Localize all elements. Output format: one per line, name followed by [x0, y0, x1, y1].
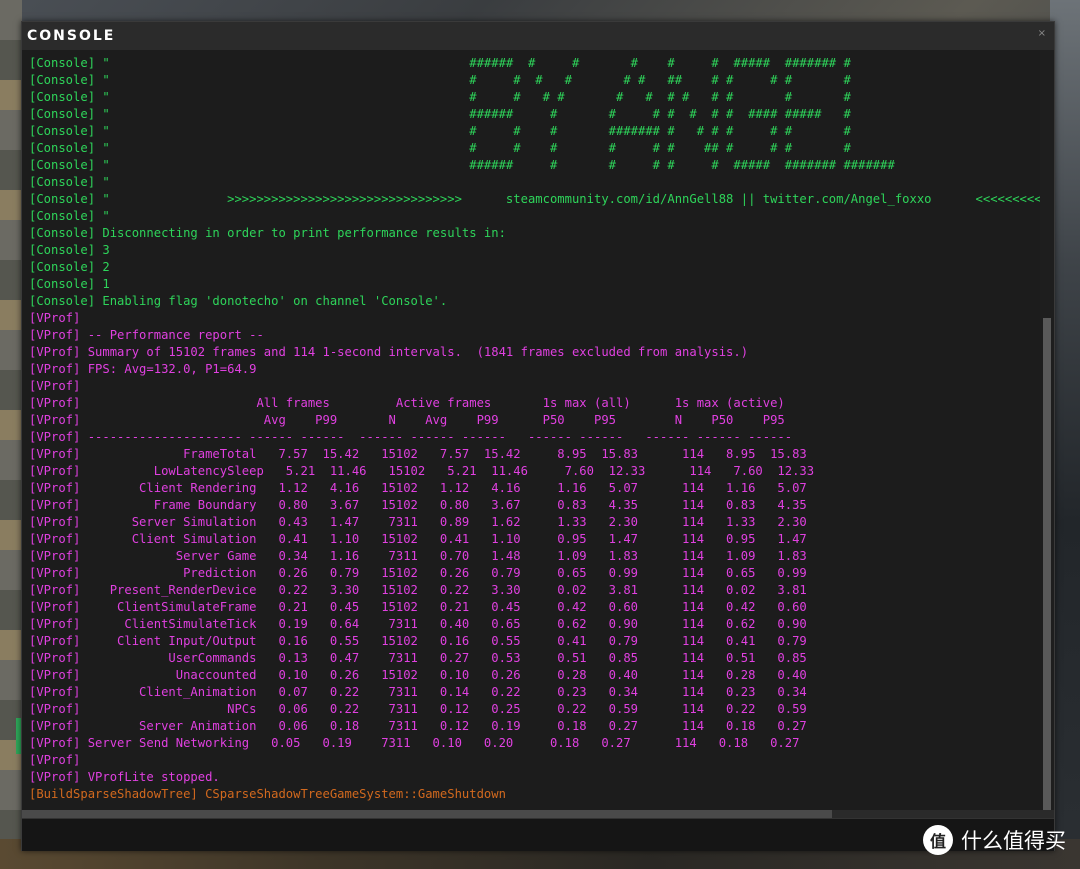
watermark-text: 什么值得买: [961, 829, 1066, 853]
vprof-table-row: [VProf] Frame Boundary 0.80 3.67 15102 0…: [29, 498, 807, 512]
console-line: [Console] " # # # # # # ## # # # #: [29, 141, 851, 155]
console-titlebar[interactable]: CONSOLE ×: [22, 22, 1054, 50]
console-output[interactable]: [Console] " ###### # # # # # ##### #####…: [22, 50, 1040, 810]
console-window: CONSOLE × [Console] " ###### # # # # # #…: [21, 21, 1055, 851]
console-line: [Console] " ###### # # # # # # # #### ##…: [29, 107, 851, 121]
vprof-header-line: [VProf] FPS: Avg=132.0, P1=64.9: [29, 362, 257, 376]
vprof-table-row: [VProf] ClientSimulateTick 0.19 0.64 731…: [29, 617, 807, 631]
console-line: [Console] " >>>>>>>>>>>>>>>>>>>>>>>>>>>>…: [29, 192, 1040, 206]
console-line: [Console] " # # # ####### # # # # # # #: [29, 124, 851, 138]
vprof-header-line: [VProf] --------------------- ------ ---…: [29, 430, 793, 444]
vprof-table-row: [VProf] Client Input/Output 0.16 0.55 15…: [29, 634, 807, 648]
vprof-table-row: [VProf] ClientSimulateFrame 0.21 0.45 15…: [29, 600, 807, 614]
vprof-table-row: [VProf] Server Game 0.34 1.16 7311 0.70 …: [29, 549, 807, 563]
vprof-footer-line: [VProf] VProfLite stopped.: [29, 770, 220, 784]
console-line: [Console] ": [29, 175, 110, 189]
vprof-header-line: [VProf]: [29, 311, 81, 325]
vprof-header-line: [VProf]: [29, 379, 81, 393]
watermark-logo-icon: 值: [923, 825, 953, 855]
close-icon[interactable]: ×: [1038, 28, 1046, 39]
console-line: [Console] ": [29, 209, 110, 223]
vprof-table-row: [VProf] Unaccounted 0.10 0.26 15102 0.10…: [29, 668, 807, 682]
shadow-tree-line: [BuildSparseShadowTree] CSparseShadowTre…: [29, 787, 506, 801]
vprof-table-row: [VProf] Present_RenderDevice 0.22 3.30 1…: [29, 583, 807, 597]
vprof-table-row: [VProf] Server Animation 0.06 0.18 7311 …: [29, 719, 807, 733]
vprof-header-line: [VProf] Avg P99 N Avg P99 P50 P95 N P50 …: [29, 413, 785, 427]
vprof-header-line: [VProf] Summary of 15102 frames and 114 …: [29, 345, 749, 359]
vprof-table-row: [VProf] Prediction 0.26 0.79 15102 0.26 …: [29, 566, 807, 580]
vprof-table-row: [VProf] Client Simulation 0.41 1.10 1510…: [29, 532, 807, 546]
vprof-footer-line: [VProf]: [29, 753, 81, 767]
vprof-header-line: [VProf] -- Performance report --: [29, 328, 264, 342]
vprof-table-row: [VProf] FrameTotal 7.57 15.42 15102 7.57…: [29, 447, 807, 461]
vprof-table-row: [VProf] Server Send Networking 0.05 0.19…: [29, 736, 800, 750]
console-line: [Console] Enabling flag 'donotecho' on c…: [29, 294, 448, 308]
vprof-table-row: [VProf] UserCommands 0.13 0.47 7311 0.27…: [29, 651, 807, 665]
vprof-table-row: [VProf] NPCs 0.06 0.22 7311 0.12 0.25 0.…: [29, 702, 807, 716]
console-line: [Console] " ###### # # # # # ##### #####…: [29, 158, 895, 172]
vprof-table-row: [VProf] LowLatencySleep 5.21 11.46 15102…: [29, 464, 815, 478]
console-line: [Console] 3: [29, 243, 110, 257]
console-line: [Console] Disconnecting in order to prin…: [29, 226, 506, 240]
vprof-header-line: [VProf] All frames Active frames 1s max …: [29, 396, 785, 410]
vprof-table-row: [VProf] Client Rendering 1.12 4.16 15102…: [29, 481, 807, 495]
horizontal-scrollbar[interactable]: [22, 810, 1054, 818]
horizontal-scrollbar-thumb[interactable]: [22, 810, 832, 818]
console-title: CONSOLE: [27, 28, 116, 44]
console-line: [Console] " # # # # # # # # # # # #: [29, 90, 851, 104]
console-line: [Console] " # # # # # # ## # # # # #: [29, 73, 851, 87]
vertical-scrollbar[interactable]: [1043, 318, 1051, 810]
console-line: [Console] 2: [29, 260, 110, 274]
console-line: [Console] " ###### # # # # # ##### #####…: [29, 56, 851, 70]
vprof-table-row: [VProf] Server Simulation 0.43 1.47 7311…: [29, 515, 807, 529]
vprof-table-row: [VProf] Client_Animation 0.07 0.22 7311 …: [29, 685, 807, 699]
console-line: [Console] 1: [29, 277, 110, 291]
console-input[interactable]: [22, 818, 1054, 851]
watermark: 值 什么值得买: [923, 825, 1066, 855]
